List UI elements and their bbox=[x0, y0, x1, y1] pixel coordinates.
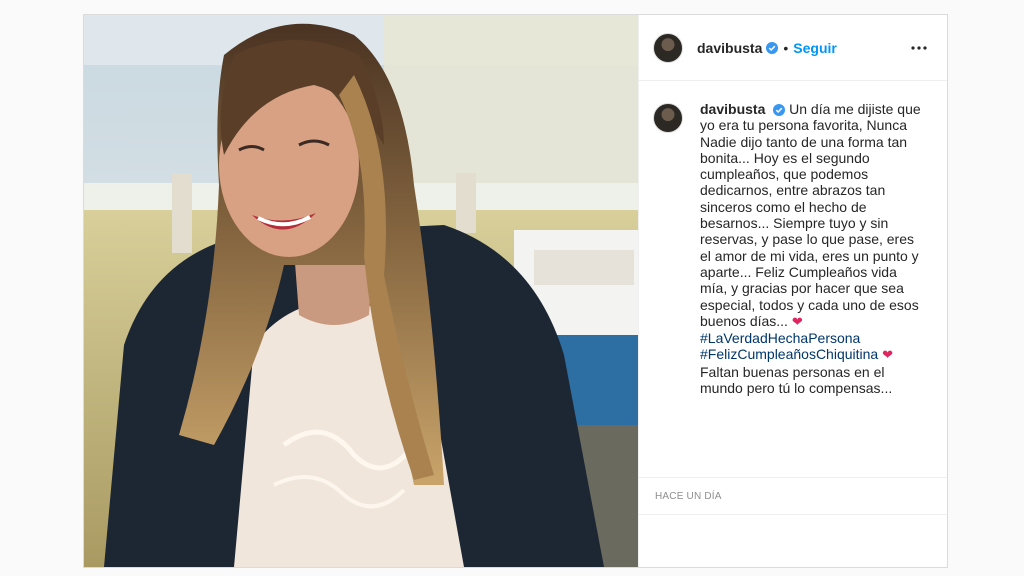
hashtag-link[interactable]: #FelizCumpleañosChiquitina bbox=[700, 346, 878, 362]
follow-button[interactable]: Seguir bbox=[793, 40, 837, 56]
comments-area: davibusta Un día me dijiste que yo era t… bbox=[639, 81, 947, 477]
photo-illustration bbox=[84, 15, 638, 567]
heart-emoji-icon: ❤ bbox=[791, 313, 803, 329]
caption-text: Faltan buenas personas en el mundo pero … bbox=[700, 363, 893, 397]
caption-username[interactable]: davibusta bbox=[700, 101, 765, 117]
more-options-icon[interactable] bbox=[907, 36, 931, 60]
post-caption: davibusta Un día me dijiste que yo era t… bbox=[700, 101, 926, 477]
separator-dot: • bbox=[783, 39, 789, 56]
caption-text: Un día me dijiste que yo era tu persona … bbox=[700, 101, 921, 329]
caption-avatar[interactable] bbox=[653, 103, 683, 133]
post-timestamp[interactable]: HACE UN DÍA bbox=[655, 491, 722, 502]
instagram-post: davibusta • Seguir davibusta Un día me d… bbox=[83, 14, 948, 568]
verified-badge-icon bbox=[766, 41, 779, 54]
avatar[interactable] bbox=[653, 32, 683, 63]
post-sidebar: davibusta • Seguir davibusta Un día me d… bbox=[638, 15, 947, 567]
post-username[interactable]: davibusta bbox=[697, 40, 762, 56]
post-photo[interactable] bbox=[84, 15, 638, 567]
verified-badge-icon bbox=[773, 104, 786, 117]
heart-emoji-icon: ❤ bbox=[882, 347, 894, 363]
post-meta: HACE UN DÍA bbox=[639, 477, 947, 515]
post-header: davibusta • Seguir bbox=[639, 15, 947, 81]
hashtag-link[interactable]: #LaVerdadHechaPersona bbox=[700, 330, 860, 346]
